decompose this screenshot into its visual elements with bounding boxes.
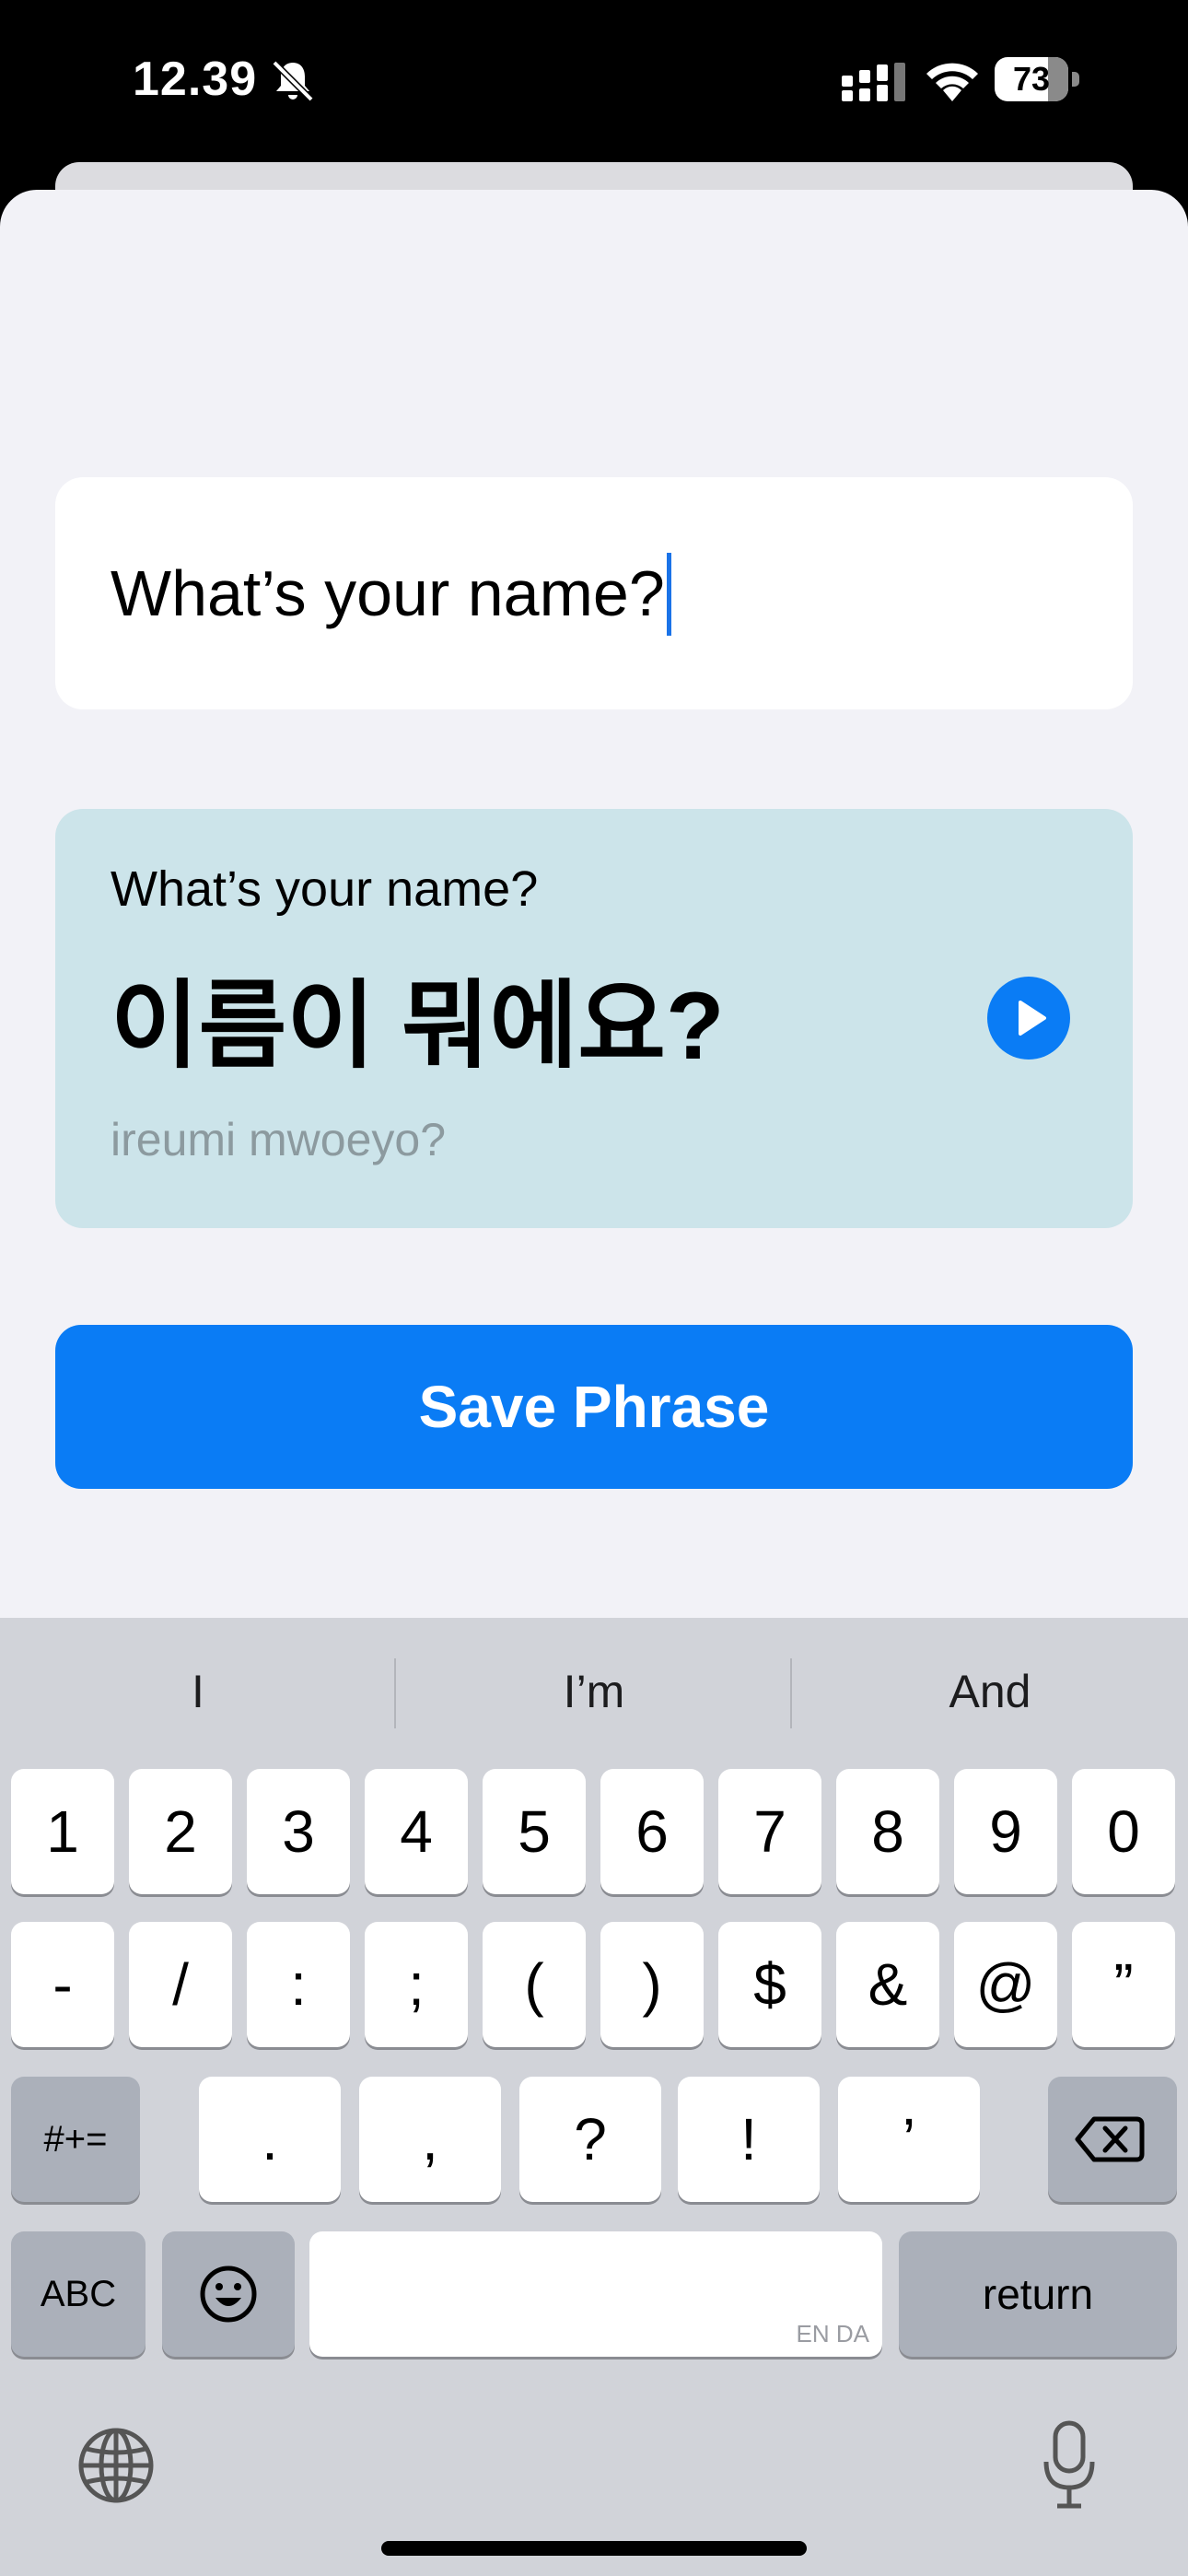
translation-romanization: ireumi mwoeyo? [111, 1114, 447, 1165]
key-period[interactable]: . [199, 2077, 341, 2202]
translation-target: 이름이 뭐에요? [111, 973, 725, 1080]
key-more-symbols[interactable]: #+= [11, 2077, 140, 2202]
key-4[interactable]: 4 [365, 1769, 468, 1894]
phrase-input-text[interactable]: What’s your name? [111, 557, 665, 629]
globe-icon[interactable] [77, 2427, 155, 2504]
key-question[interactable]: ? [519, 2077, 661, 2202]
key-3[interactable]: 3 [247, 1769, 350, 1894]
key-exclamation[interactable]: ! [678, 2077, 820, 2202]
key-apostrophe[interactable]: ’ [838, 2077, 980, 2202]
key-open-paren[interactable]: ( [483, 1922, 586, 2047]
key-close-paren[interactable]: ) [600, 1922, 704, 2047]
play-icon [1019, 1001, 1046, 1036]
key-ampersand[interactable]: & [836, 1922, 939, 2047]
text-cursor [666, 552, 671, 636]
key-abc[interactable]: ABC [11, 2231, 146, 2357]
emoji-icon [200, 2266, 257, 2323]
key-quote[interactable]: ” [1072, 1922, 1175, 2047]
translation-card: What’s your name? 이름이 뭐에요? ireumi mwoeyo… [55, 809, 1133, 1228]
delete-icon [1075, 2116, 1145, 2162]
key-6[interactable]: 6 [600, 1769, 704, 1894]
phrase-sheet: What’s your name? What’s your name? 이름이 … [0, 190, 1188, 1618]
microphone-icon[interactable] [1041, 2419, 1098, 2512]
save-phrase-button[interactable]: Save Phrase [55, 1325, 1133, 1489]
key-comma[interactable]: , [359, 2077, 501, 2202]
key-semicolon[interactable]: ; [365, 1922, 468, 2047]
key-return[interactable]: return [899, 2231, 1177, 2357]
key-5[interactable]: 5 [483, 1769, 586, 1894]
key-8[interactable]: 8 [836, 1769, 939, 1894]
wifi-icon [926, 63, 978, 101]
phrase-input[interactable]: What’s your name? [55, 477, 1133, 709]
suggestion-item[interactable]: I [0, 1618, 396, 1765]
key-0[interactable]: 0 [1072, 1769, 1175, 1894]
key-emoji[interactable] [162, 2231, 295, 2357]
bell-slash-icon [272, 60, 314, 102]
space-language-label: EN DA [796, 2320, 869, 2348]
status-time: 12.39 [133, 53, 258, 106]
key-space[interactable]: EN DA [309, 2231, 882, 2357]
battery-icon: 73 [995, 57, 1079, 101]
home-indicator [381, 2541, 807, 2556]
key-1[interactable]: 1 [11, 1769, 114, 1894]
status-bar: 12.39 73 [0, 0, 1188, 166]
key-at[interactable]: @ [954, 1922, 1057, 2047]
keyboard: I I’m And 1 2 3 4 5 6 7 8 9 0 - / : ; ( … [0, 1618, 1188, 2576]
key-7[interactable]: 7 [718, 1769, 821, 1894]
key-hyphen[interactable]: - [11, 1922, 114, 2047]
key-delete[interactable] [1048, 2077, 1177, 2202]
suggestion-bar: I I’m And [0, 1618, 1188, 1765]
suggestion-item[interactable]: I’m [396, 1618, 792, 1765]
key-9[interactable]: 9 [954, 1769, 1057, 1894]
translation-source: What’s your name? [111, 861, 539, 917]
play-audio-button[interactable] [987, 977, 1070, 1060]
cellular-signal-icon [842, 63, 905, 101]
key-dollar[interactable]: $ [718, 1922, 821, 2047]
key-2[interactable]: 2 [129, 1769, 232, 1894]
key-slash[interactable]: / [129, 1922, 232, 2047]
suggestion-item[interactable]: And [792, 1618, 1188, 1765]
battery-level: 73 [1012, 60, 1051, 98]
key-colon[interactable]: : [247, 1922, 350, 2047]
